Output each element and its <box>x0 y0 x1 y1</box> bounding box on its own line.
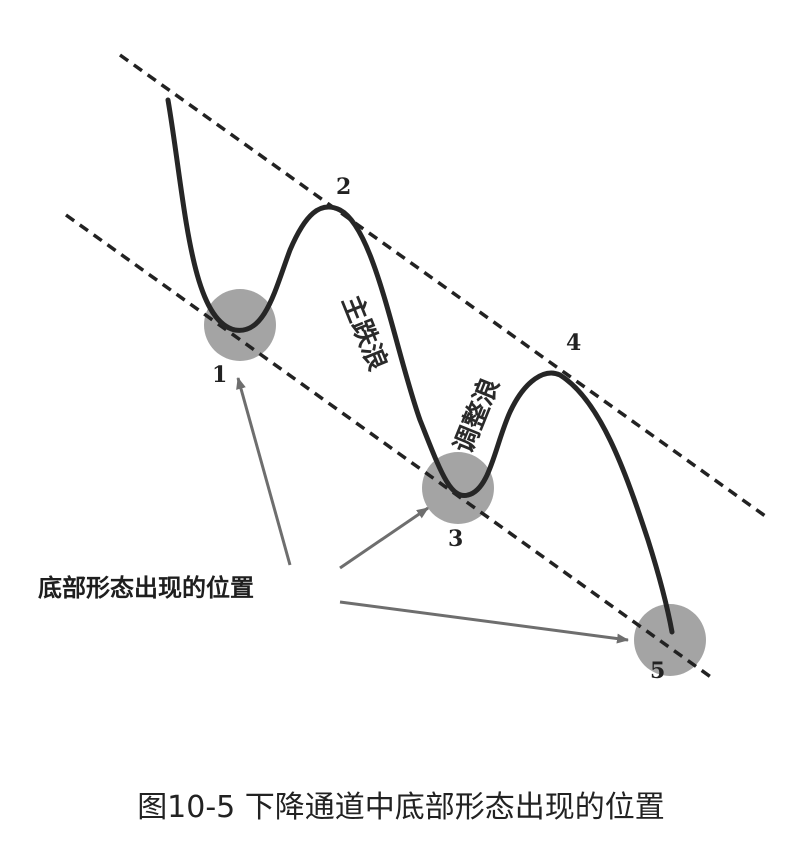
bottom-position-annotation: 底部形态出现的位置 <box>38 574 254 602</box>
point-label-1: 1 <box>212 362 227 388</box>
point-label-5: 5 <box>650 658 665 684</box>
bottom-circle-1 <box>204 289 276 361</box>
point-label-3: 3 <box>448 526 463 552</box>
channel-upper-line <box>118 53 770 520</box>
figure-caption: 图10-5 下降通道中底部形态出现的位置 <box>137 790 665 825</box>
point-label-2: 2 <box>336 174 351 200</box>
descending-channel-diagram: 1 2 3 4 5 主跌浪 调整浪 底部形态出现的位置 <box>38 53 770 684</box>
point-label-4: 4 <box>566 330 581 356</box>
arrow-to-point-3 <box>339 506 429 570</box>
price-wave-line <box>165 97 675 635</box>
channel-lower-line <box>64 213 717 682</box>
arrow-to-point-5 <box>339 600 629 644</box>
arrow-to-point-1 <box>236 377 292 566</box>
